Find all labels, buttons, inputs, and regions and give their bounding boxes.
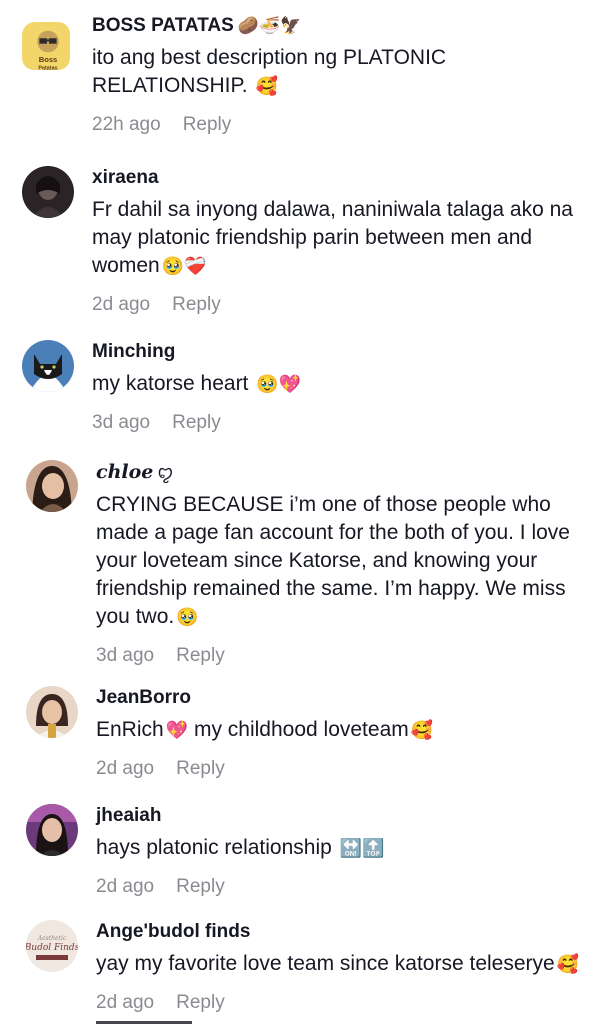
comment-text: hays platonic relationship 🔛🔝 — [96, 836, 385, 859]
svg-text:Boss: Boss — [39, 55, 58, 64]
comment-body: chloe ꨄ︎ CRYING BECAUSE i’m one of those … — [96, 460, 602, 668]
avatar[interactable] — [22, 340, 74, 392]
emoji: 🔛🔝 — [339, 838, 385, 859]
next-comment-partial — [96, 1016, 216, 1024]
emoji: 🥰 — [410, 720, 434, 741]
comment-body: xiraena Fr dahil sa inyong dalawa, nanin… — [92, 166, 602, 317]
svg-text:Aesthetic: Aesthetic — [37, 935, 67, 942]
comment-meta: 3d ago Reply — [92, 411, 602, 435]
reply-button[interactable]: Reply — [172, 294, 221, 315]
reply-button[interactable]: Reply — [183, 114, 232, 135]
avatar[interactable] — [26, 804, 78, 856]
emoji: 🥹❤️‍🩹 — [161, 256, 207, 277]
comment-username[interactable]: JeanBorro — [96, 686, 602, 710]
avatar-image: Boss Patatas — [22, 22, 70, 70]
comment-meta: 2d ago Reply — [96, 757, 602, 781]
reply-button[interactable]: Reply — [176, 992, 225, 1013]
comment-body: jheaiah hays platonic relationship 🔛🔝 2d… — [96, 804, 602, 899]
comment-username[interactable]: Ange'budol finds — [96, 920, 602, 944]
reply-button[interactable]: Reply — [176, 758, 225, 779]
emoji: 🥹 — [176, 607, 199, 628]
comment-text: Fr dahil sa inyong dalawa, naniniwala ta… — [92, 198, 573, 277]
avatar[interactable]: Aesthetic Budol Finds — [26, 920, 78, 972]
comment-username[interactable]: Minching — [92, 340, 602, 364]
username-decoration: 🥔🍜🦅 — [237, 16, 302, 35]
emoji: 🥰 — [255, 76, 278, 97]
avatar-image: Aesthetic Budol Finds — [26, 920, 78, 972]
comment-username[interactable]: chloe ꨄ︎ — [96, 460, 602, 485]
comment-time: 2d ago — [96, 758, 155, 779]
comment-meta: 3d ago Reply — [96, 644, 602, 668]
comment-body: Minching my katorse heart 🥹💖 3d ago Reply — [92, 340, 602, 435]
comment-text: my katorse heart 🥹💖 — [92, 372, 302, 395]
svg-text:Patatas: Patatas — [38, 66, 57, 70]
comment-body: JeanBorro EnRich 💖 my childhood loveteam 🥰… — [96, 686, 602, 781]
comment-username[interactable]: BOSS PATATAS 🥔🍜🦅 — [92, 14, 602, 38]
comment-time: 22h ago — [92, 114, 161, 135]
avatar-image — [26, 804, 78, 856]
avatar[interactable]: Boss Patatas — [22, 22, 70, 70]
reply-button[interactable]: Reply — [176, 876, 225, 897]
svg-text:Budol Finds: Budol Finds — [26, 943, 78, 953]
avatar[interactable] — [26, 686, 78, 738]
comment-time: 2d ago — [96, 992, 155, 1013]
avatar-image — [26, 460, 78, 512]
reply-button[interactable]: Reply — [172, 412, 221, 433]
username-decoration: ꨄ︎ — [157, 463, 174, 482]
emoji: 🥰 — [556, 954, 580, 975]
avatar-image — [22, 340, 74, 392]
comment-text: yay my favorite love team since katorse … — [96, 952, 580, 975]
emoji: 💖 — [165, 720, 189, 741]
comment-text: EnRich 💖 my childhood loveteam 🥰 — [96, 718, 434, 741]
comment-meta: 22h ago Reply — [92, 113, 602, 137]
comment-meta: 2d ago Reply — [92, 293, 602, 317]
comment-body: BOSS PATATAS 🥔🍜🦅 ito ang best description… — [92, 14, 602, 137]
comment-text: ito ang best description ng PLATONIC REL… — [92, 46, 447, 97]
comment-meta: 2d ago Reply — [96, 991, 602, 1015]
reply-button[interactable]: Reply — [176, 645, 225, 666]
comment-time: 2d ago — [92, 294, 151, 315]
comment-body: Ange'budol finds yay my favorite love te… — [96, 920, 602, 1015]
avatar-image — [22, 166, 74, 218]
avatar[interactable] — [22, 166, 74, 218]
comment-username[interactable]: jheaiah — [96, 804, 602, 828]
comment-meta: 2d ago Reply — [96, 875, 602, 899]
comment-time: 3d ago — [96, 645, 155, 666]
avatar-image — [26, 686, 78, 738]
avatar[interactable] — [26, 460, 78, 512]
comment-username[interactable]: xiraena — [92, 166, 602, 190]
comment-text: CRYING BECAUSE i’m one of those people w… — [96, 493, 570, 628]
comment-time: 2d ago — [96, 876, 155, 897]
emoji: 🥹💖 — [256, 374, 302, 395]
comment-time: 3d ago — [92, 412, 151, 433]
